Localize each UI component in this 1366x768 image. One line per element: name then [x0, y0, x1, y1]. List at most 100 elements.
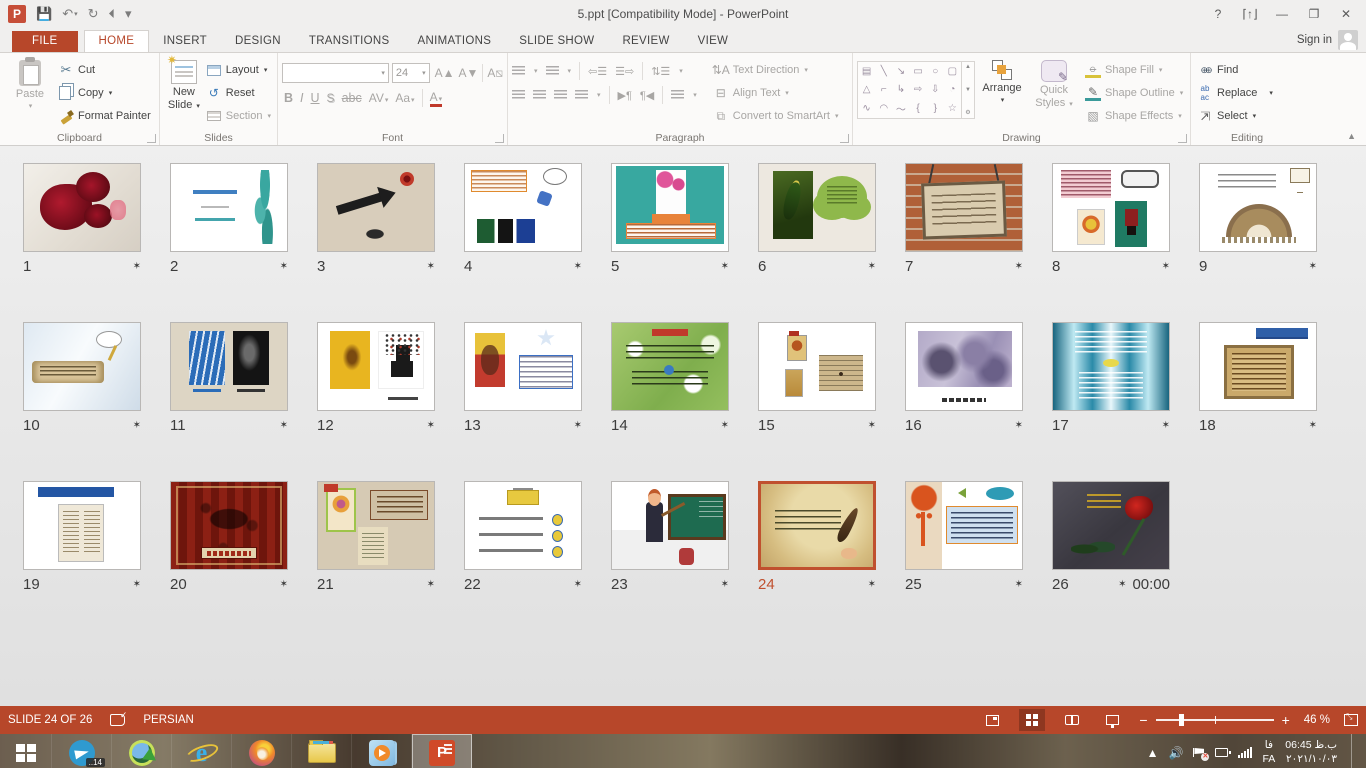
transition-star-icon[interactable]: ✶ [1309, 261, 1317, 272]
arrange-button[interactable]: Arrange▾ [975, 56, 1029, 131]
slide-thumbnail-16[interactable] [905, 322, 1023, 411]
transition-star-icon[interactable]: ✶ [1015, 579, 1023, 590]
bullets-button[interactable] [512, 66, 525, 76]
slide-thumbnail-20[interactable] [170, 481, 288, 570]
shapes-gallery[interactable]: ▤╲↘▭○▢△⌐↳⇨⇩◔∿◠〜{}☆ ▲▼⚙ [857, 61, 975, 119]
increase-indent-button[interactable]: ☰⇨ [615, 65, 634, 78]
justify-button[interactable] [575, 90, 588, 100]
transition-star-icon[interactable]: ✶ [574, 261, 582, 272]
tab-insert[interactable]: INSERT [149, 31, 221, 52]
align-text-button[interactable]: ⊟Align Text▾ [713, 83, 839, 103]
slide-thumbnail-25[interactable] [905, 481, 1023, 570]
shape-glyph-icon[interactable]: } [934, 103, 937, 114]
tab-review[interactable]: REVIEW [608, 31, 683, 52]
transition-star-icon[interactable]: ✶ [574, 579, 582, 590]
clipboard-dialog-launcher[interactable] [147, 134, 156, 143]
replace-button[interactable]: abacReplace▾ [1197, 83, 1273, 103]
slide-thumbnail-26[interactable] [1052, 481, 1170, 570]
slide-thumbnail-6[interactable] [758, 163, 876, 252]
taskbar-internet-explorer[interactable]: e [172, 734, 232, 768]
tab-home[interactable]: HOME [84, 30, 150, 52]
shape-glyph-icon[interactable]: ∿ [862, 103, 870, 114]
copy-button[interactable]: Copy▾ [58, 83, 151, 103]
transition-star-icon[interactable]: ✶ [280, 579, 288, 590]
transition-star-icon[interactable]: ✶ [133, 420, 141, 431]
fit-to-window-icon[interactable] [1344, 714, 1358, 726]
transition-star-icon[interactable]: ✶ [427, 261, 435, 272]
text-shadow-button[interactable]: S [327, 91, 335, 105]
shape-glyph-icon[interactable]: △ [863, 84, 871, 95]
shape-glyph-icon[interactable]: ▢ [948, 66, 957, 77]
transition-star-icon[interactable]: ✶ [868, 579, 876, 590]
tab-slideshow[interactable]: SLIDE SHOW [505, 31, 608, 52]
quick-styles-button[interactable]: QuickStyles ▾ [1029, 56, 1079, 131]
italic-button[interactable]: I [300, 91, 303, 105]
restore-icon[interactable]: ❐ [1300, 3, 1328, 25]
drawing-dialog-launcher[interactable] [1178, 134, 1187, 143]
language-switcher[interactable]: فاFA [1262, 739, 1275, 766]
volume-icon[interactable]: 🔊 [1168, 746, 1183, 760]
transition-star-icon[interactable]: ✶ [280, 420, 288, 431]
rtl-direction-button[interactable]: ¶◀ [640, 89, 654, 102]
taskbar-firefox[interactable] [232, 734, 292, 768]
transition-star-icon[interactable]: ✶ [280, 261, 288, 272]
increase-font-size-button[interactable]: A▲ [435, 66, 455, 80]
taskbar-media-player[interactable] [352, 734, 412, 768]
hidden-icons-chevron[interactable]: ▲ [1147, 746, 1159, 760]
slide-thumbnail-9[interactable] [1199, 163, 1317, 252]
slide-thumbnail-13[interactable] [464, 322, 582, 411]
slide-thumbnail-15[interactable] [758, 322, 876, 411]
shape-glyph-icon[interactable]: ▤ [862, 66, 871, 77]
font-dialog-launcher[interactable] [495, 134, 504, 143]
shape-glyph-icon[interactable]: ╲ [881, 66, 887, 77]
transition-star-icon[interactable]: ✶ [1162, 261, 1170, 272]
taskbar-telegram[interactable]: ..14 [52, 734, 112, 768]
numbering-button[interactable] [546, 66, 559, 76]
transition-star-icon[interactable]: ✶ [721, 420, 729, 431]
slide-thumbnail-10[interactable] [23, 322, 141, 411]
line-spacing-button[interactable]: ⇅☰ [651, 65, 670, 78]
close-icon[interactable]: ✕ [1332, 3, 1360, 25]
start-from-beginning-icon[interactable]: ⏴ [109, 6, 116, 22]
align-left-button[interactable] [512, 90, 525, 100]
transition-star-icon[interactable]: ✶ [1162, 420, 1170, 431]
select-button[interactable]: Select▾ [1197, 106, 1273, 126]
transition-star-icon[interactable]: ✶ [427, 420, 435, 431]
layout-button[interactable]: Layout▾ [206, 60, 271, 80]
undo-icon[interactable]: ↶ ▾ [62, 6, 77, 22]
slide-thumbnail-17[interactable] [1052, 322, 1170, 411]
transition-star-icon[interactable]: ✶ [1118, 579, 1126, 590]
shape-glyph-icon[interactable]: ◠ [879, 103, 888, 114]
shape-glyph-icon[interactable]: ↳ [897, 84, 905, 95]
shape-glyph-icon[interactable]: ↘ [897, 66, 905, 77]
normal-view-button[interactable] [979, 709, 1005, 731]
decrease-font-size-button[interactable]: A▼ [458, 66, 478, 80]
align-right-button[interactable] [554, 90, 567, 100]
taskbar-file-explorer[interactable] [292, 734, 352, 768]
paste-button[interactable]: Paste▾ [4, 56, 56, 131]
shape-outline-button[interactable]: Shape Outline▾ [1085, 83, 1183, 103]
tab-view[interactable]: VIEW [684, 31, 743, 52]
slide-sorter-workspace[interactable]: 1✶2✶3✶4✶5✶6✶7✶8✶9✶10✶11✶12✶13✶14✶15✶16✶1… [0, 146, 1366, 706]
tab-file[interactable]: FILE [12, 31, 78, 52]
tab-design[interactable]: DESIGN [221, 31, 295, 52]
save-icon[interactable]: 💾 [36, 6, 52, 22]
slide-thumbnail-11[interactable] [170, 322, 288, 411]
transition-star-icon[interactable]: ✶ [1015, 261, 1023, 272]
shape-effects-button[interactable]: Shape Effects▾ [1085, 106, 1183, 126]
slide-thumbnail-22[interactable] [464, 481, 582, 570]
bold-button[interactable]: B [284, 91, 293, 105]
transition-star-icon[interactable]: ✶ [133, 261, 141, 272]
sign-in[interactable]: Sign in [1297, 30, 1358, 50]
clear-formatting-button[interactable]: A⧅ [487, 66, 503, 81]
transition-star-icon[interactable]: ✶ [868, 261, 876, 272]
transition-star-icon[interactable]: ✶ [721, 261, 729, 272]
shape-glyph-icon[interactable]: ○ [932, 66, 938, 77]
transition-star-icon[interactable]: ✶ [868, 420, 876, 431]
redo-icon[interactable]: ↻ [88, 6, 99, 22]
new-slide-button[interactable]: NewSlide ▾ [164, 56, 204, 131]
slide-thumbnail-4[interactable] [464, 163, 582, 252]
shape-glyph-icon[interactable]: ☆ [948, 103, 957, 114]
tab-transitions[interactable]: TRANSITIONS [295, 31, 404, 52]
cut-button[interactable]: Cut [58, 60, 151, 80]
